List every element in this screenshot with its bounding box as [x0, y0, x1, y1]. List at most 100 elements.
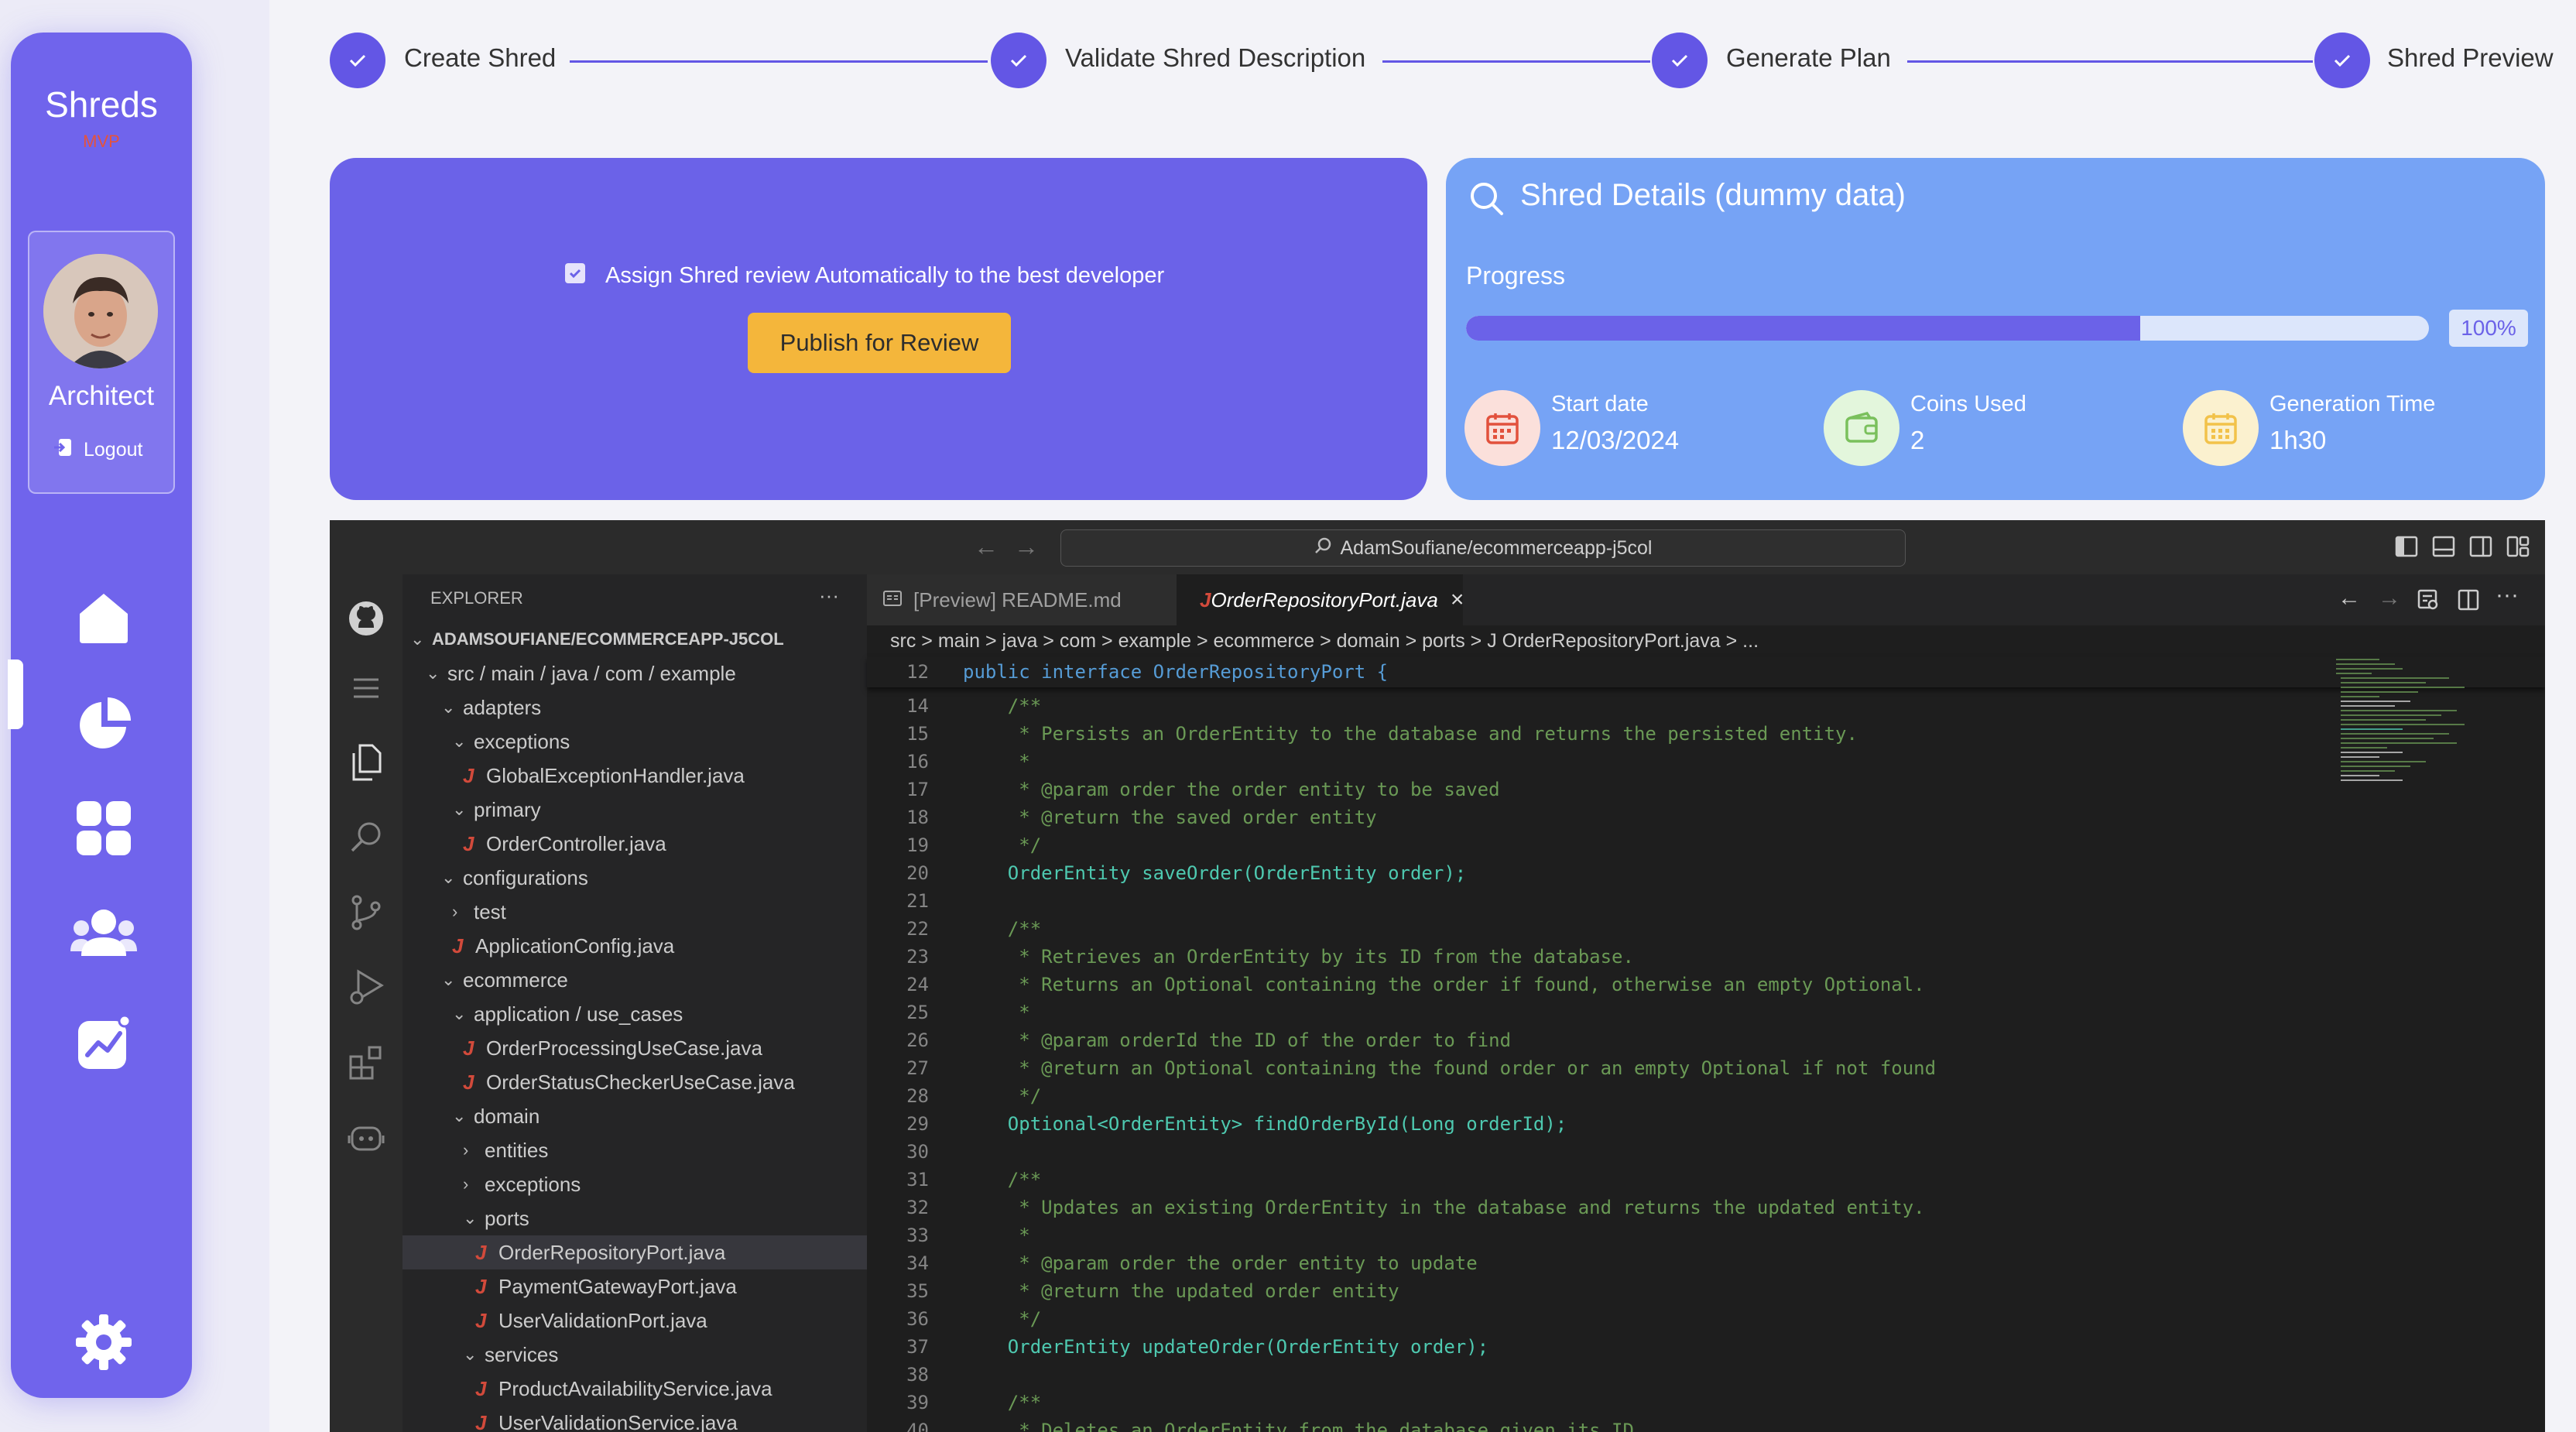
toggle-panel-icon[interactable]	[2432, 536, 2455, 561]
more-actions-icon[interactable]: ···	[2496, 582, 2519, 608]
back-arrow-icon[interactable]: ←	[974, 533, 999, 561]
code-line[interactable]: 20 OrderEntity saveOrder(OrderEntity ord…	[867, 859, 2307, 887]
nav-analytics[interactable]	[67, 1008, 141, 1082]
auto-assign-label[interactable]: Assign Shred review Automatically to the…	[605, 263, 1164, 289]
code-line[interactable]: 23 * Retrieves an OrderEntity by its ID …	[867, 943, 2307, 971]
tree-file[interactable]: J OrderRepositoryPort.java	[402, 1235, 867, 1269]
go-back-icon[interactable]: ←	[2338, 585, 2361, 612]
tree-file[interactable]: J OrderController.java	[402, 827, 867, 861]
copilot-icon[interactable]	[345, 1116, 387, 1158]
nav-settings[interactable]	[67, 1307, 141, 1381]
go-forward-icon[interactable]: →	[2378, 585, 2401, 612]
home-icon	[75, 589, 132, 650]
code-text: */	[963, 1085, 1042, 1107]
code-line[interactable]: 16 *	[867, 748, 2307, 776]
tree-file[interactable]: J UserValidationService.java	[402, 1406, 867, 1432]
code-text: Optional<OrderEntity> findOrderById(Long…	[963, 1113, 1567, 1135]
explorer-more-button[interactable]: ···	[819, 584, 839, 608]
code-line[interactable]: 30	[867, 1138, 2307, 1166]
tree-item-label: PaymentGatewayPort.java	[498, 1274, 737, 1298]
tree-folder[interactable]: ⌄ src / main / java / com / example	[402, 656, 867, 690]
code-line[interactable]: 21	[867, 887, 2307, 915]
code-line[interactable]: 35 * @return the updated order entity	[867, 1277, 2307, 1305]
code-line[interactable]: 14 /**	[867, 692, 2307, 720]
tree-folder[interactable]: › test	[402, 895, 867, 929]
toggle-sidebar-icon[interactable]	[2395, 536, 2418, 561]
code-line[interactable]: 32 * Updates an existing OrderEntity in …	[867, 1194, 2307, 1221]
line-number: 26	[906, 1029, 929, 1051]
auto-assign-checkbox[interactable]	[565, 263, 585, 283]
nav-home[interactable]	[67, 582, 141, 656]
code-line[interactable]: 24 * Returns an Optional containing the …	[867, 971, 2307, 999]
code-text: /**	[963, 1169, 1042, 1190]
forward-arrow-icon[interactable]: →	[1014, 533, 1039, 561]
code-line[interactable]: 27 * @return an Optional containing the …	[867, 1054, 2307, 1082]
sticky-scroll-header: 12 public interface OrderRepositoryPort …	[867, 656, 2545, 687]
publish-for-review-button[interactable]: Publish for Review	[748, 313, 1011, 373]
code-line[interactable]: 15 * Persists an OrderEntity to the data…	[867, 720, 2307, 748]
code-text: */	[963, 1308, 1042, 1330]
code-line[interactable]: 36 */	[867, 1305, 2307, 1333]
tree-file[interactable]: J UserValidationPort.java	[402, 1304, 867, 1338]
tree-folder[interactable]: ⌄ adapters	[402, 690, 867, 725]
tree-file[interactable]: J ProductAvailabilityService.java	[402, 1372, 867, 1406]
code-line[interactable]: 34 * @param order the order entity to up…	[867, 1249, 2307, 1277]
line-number: 34	[906, 1252, 929, 1274]
nav-apps[interactable]	[67, 793, 141, 867]
tree-folder[interactable]: ⌄ primary	[402, 793, 867, 827]
code-line[interactable]: 33 *	[867, 1221, 2307, 1249]
code-line[interactable]: 26 * @param orderId the ID of the order …	[867, 1026, 2307, 1054]
nav-dashboard[interactable]	[67, 687, 141, 762]
code-line[interactable]: 19 */	[867, 831, 2307, 859]
tab-order-repository-port[interactable]: J OrderRepositoryPort.java ×	[1177, 574, 1464, 625]
code-line[interactable]: 18 * @return the saved order entity	[867, 803, 2307, 831]
nav-team[interactable]	[67, 898, 141, 972]
code-line[interactable]: 40 * Deletes an OrderEntity from the dat…	[867, 1417, 2307, 1432]
tree-folder[interactable]: › entities	[402, 1133, 867, 1167]
tree-file[interactable]: J OrderStatusCheckerUseCase.java	[402, 1065, 867, 1099]
code-line[interactable]: 22 /**	[867, 915, 2307, 943]
minimap[interactable]	[2333, 656, 2488, 811]
run-debug-icon[interactable]	[345, 966, 387, 1008]
tree-folder[interactable]: ⌄ services	[402, 1338, 867, 1372]
code-line[interactable]: 31 /**	[867, 1166, 2307, 1194]
chevron-down-icon: ⌄	[463, 1345, 478, 1364]
tree-file[interactable]: J ApplicationConfig.java	[402, 929, 867, 963]
code-line[interactable]: 25 *	[867, 999, 2307, 1026]
customize-layout-icon[interactable]	[2506, 536, 2530, 561]
tree-folder[interactable]: ⌄ ecommerce	[402, 963, 867, 997]
source-control-icon[interactable]	[345, 892, 387, 934]
extensions-icon[interactable]	[345, 1042, 387, 1084]
tab-readme-preview[interactable]: [Preview] README.md	[867, 574, 1177, 625]
code-line[interactable]: 17 * @param order the order entity to be…	[867, 776, 2307, 803]
progress-fill	[1466, 316, 2140, 341]
code-line[interactable]: 37 OrderEntity updateOrder(OrderEntity o…	[867, 1333, 2307, 1361]
tree-root[interactable]: ⌄ ADAMSOUFIANE/ECOMMERCEAPP-J5COL	[402, 622, 867, 656]
code-line[interactable]: 28 */	[867, 1082, 2307, 1110]
tree-file[interactable]: J OrderProcessingUseCase.java	[402, 1031, 867, 1065]
tree-folder[interactable]: ⌄ domain	[402, 1099, 867, 1133]
menu-icon[interactable]	[345, 667, 387, 709]
users-icon	[70, 905, 137, 966]
line-number: 17	[906, 779, 929, 800]
tree-folder[interactable]: › exceptions	[402, 1167, 867, 1201]
tree-folder[interactable]: ⌄ application / use_cases	[402, 997, 867, 1031]
tree-file[interactable]: J PaymentGatewayPort.java	[402, 1269, 867, 1304]
open-preview-icon[interactable]	[2417, 588, 2440, 615]
toggle-secondary-sidebar-icon[interactable]	[2469, 536, 2492, 561]
tree-folder[interactable]: ⌄ ports	[402, 1201, 867, 1235]
code-line[interactable]: 39 /**	[867, 1389, 2307, 1417]
github-icon[interactable]	[345, 598, 387, 639]
code-line[interactable]: 38	[867, 1361, 2307, 1389]
code-line[interactable]: 29 Optional<OrderEntity> findOrderById(L…	[867, 1110, 2307, 1138]
close-tab-icon[interactable]: ×	[1451, 587, 1464, 613]
explorer-icon[interactable]	[345, 742, 387, 783]
line-number: 20	[906, 862, 929, 884]
logout-button[interactable]: Logout	[53, 435, 153, 464]
command-search-bar[interactable]: AdamSoufiane/ecommerceapp-j5col	[1060, 529, 1906, 567]
tree-folder[interactable]: ⌄ configurations	[402, 861, 867, 895]
search-icon[interactable]	[345, 816, 387, 858]
tree-folder[interactable]: ⌄ exceptions	[402, 725, 867, 759]
split-editor-icon[interactable]	[2457, 588, 2480, 615]
tree-file[interactable]: J GlobalExceptionHandler.java	[402, 759, 867, 793]
